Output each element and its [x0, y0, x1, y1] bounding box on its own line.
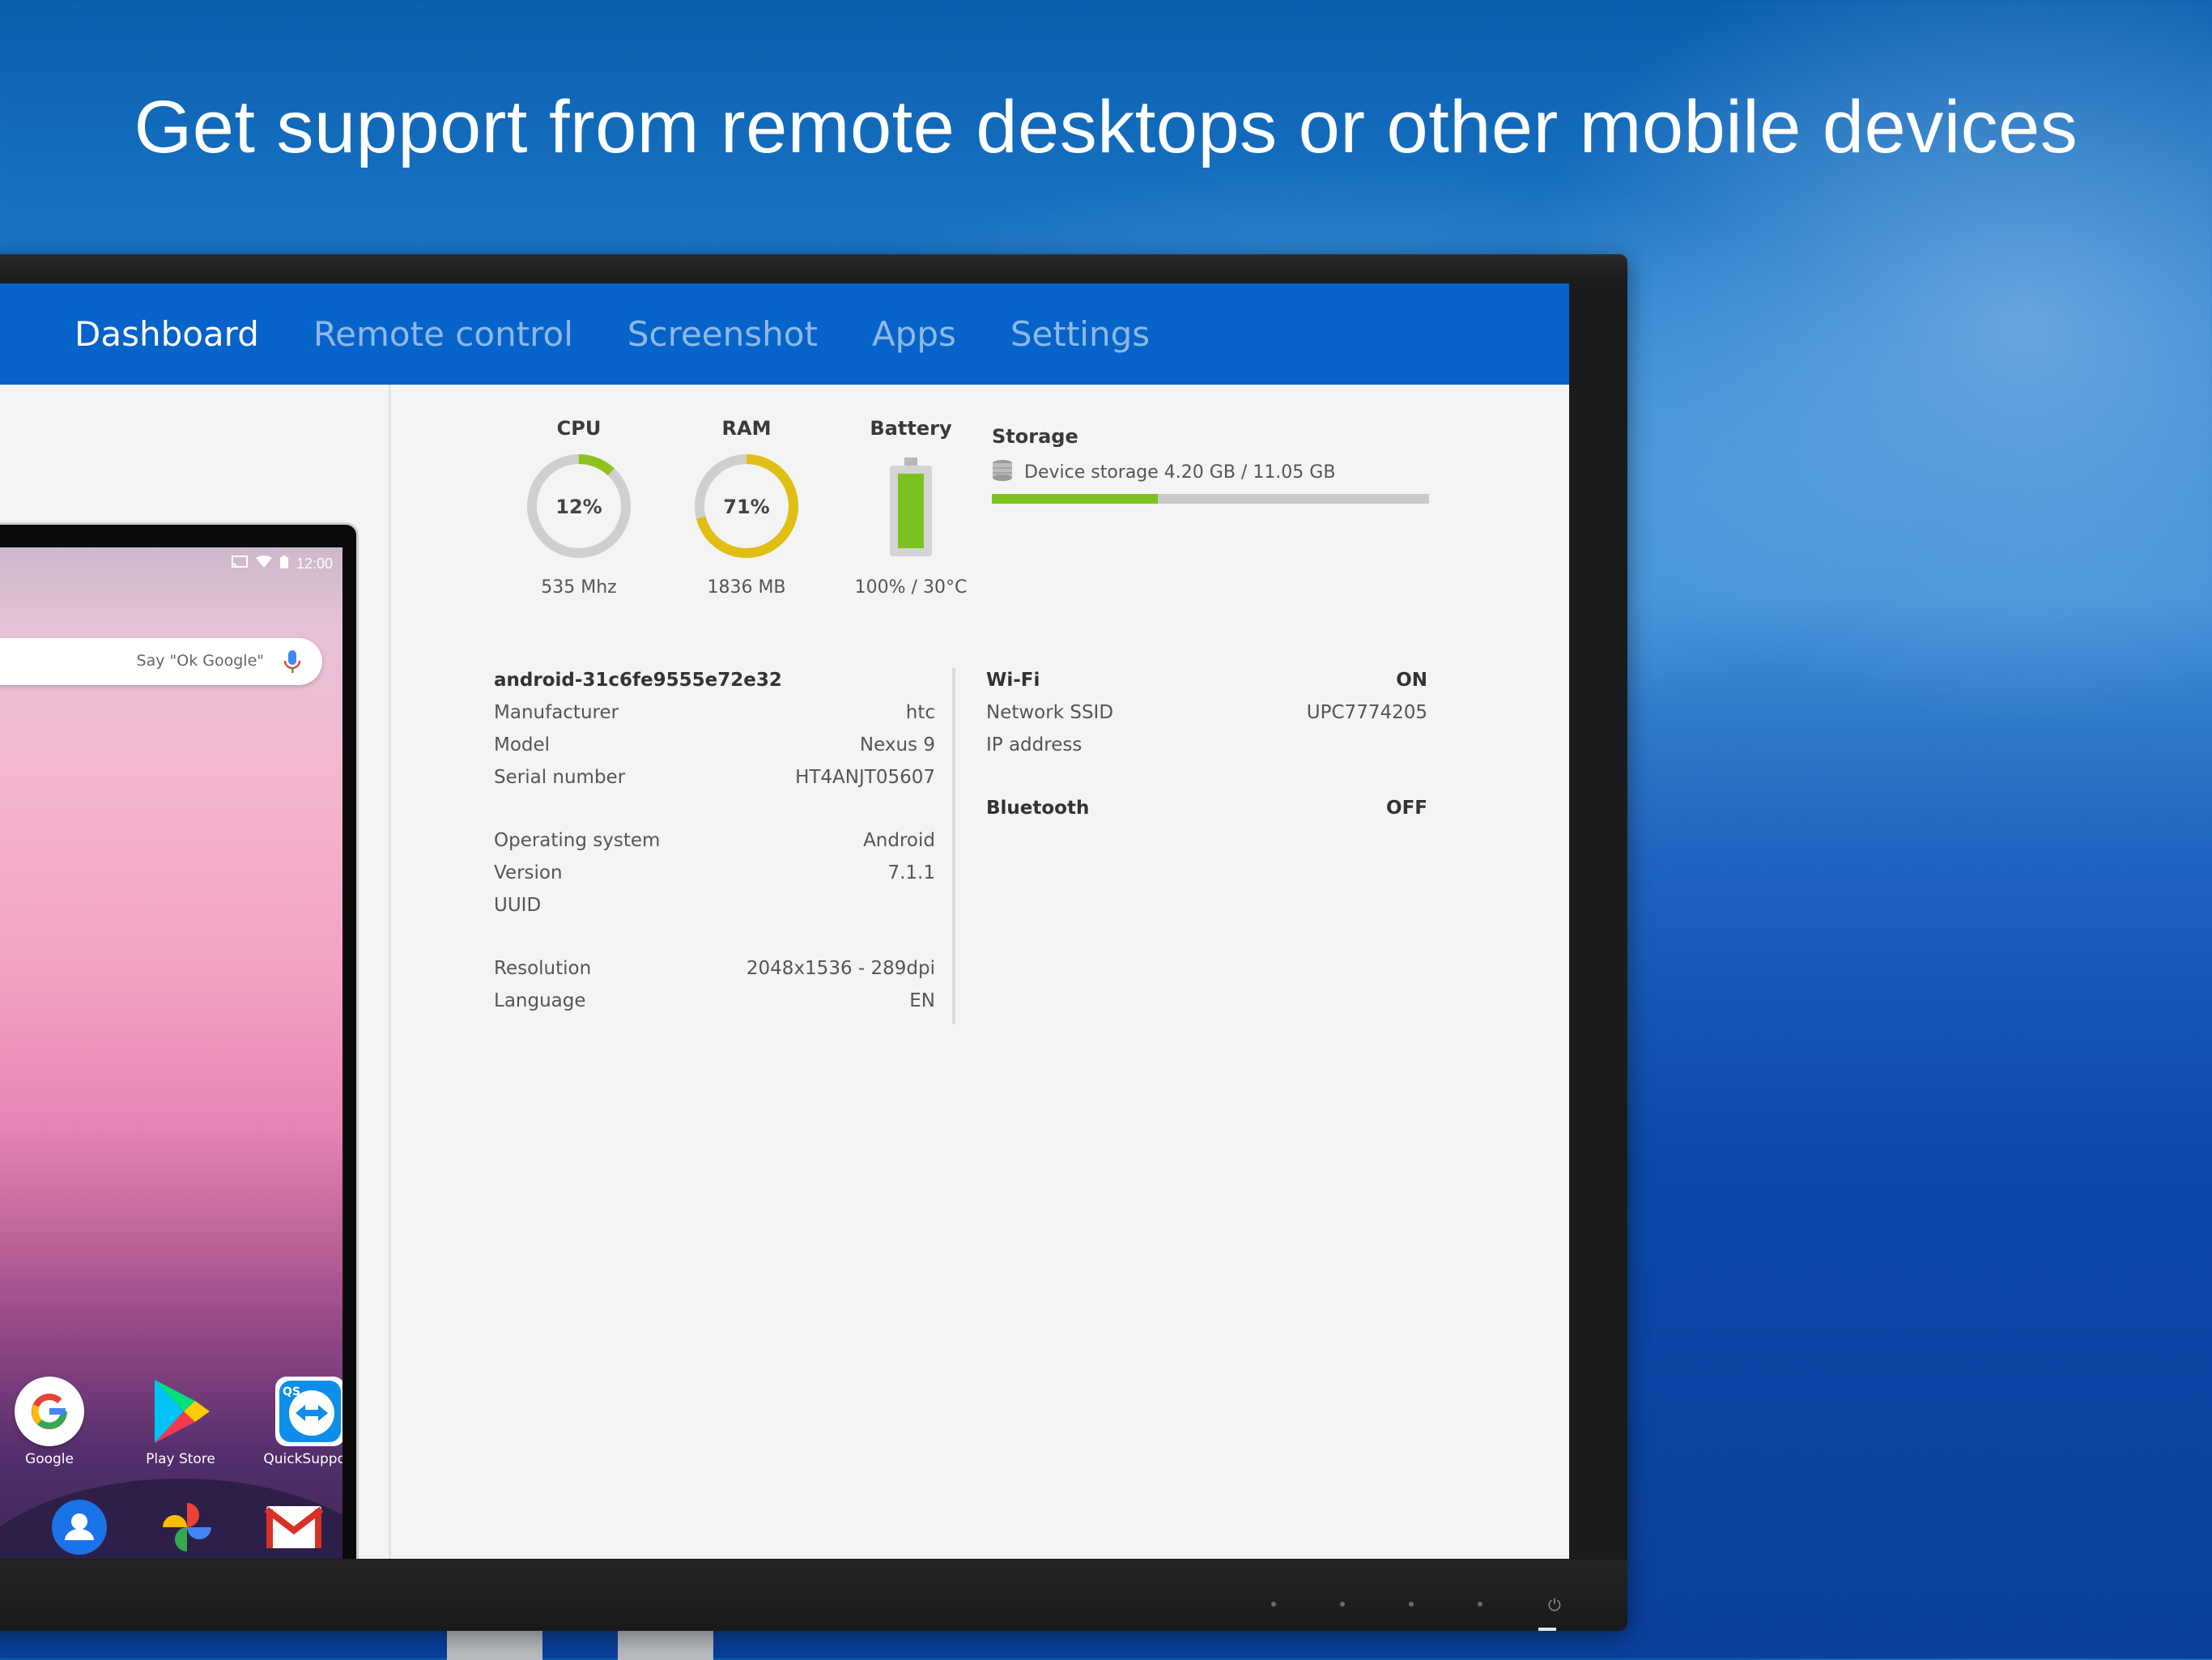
tablet-frame: 12:00 Say "Ok Google" Google Play Store … [0, 522, 359, 1559]
gmail-icon[interactable] [263, 1496, 325, 1558]
storage-text: Device storage 4.20 GB / 11.05 GB [1024, 462, 1336, 483]
ram-gauge: RAM 71% 1836 MB [674, 417, 819, 598]
column-divider [952, 668, 955, 1024]
storage-section: Storage Device storage 4.20 GB / 11.05 G… [992, 425, 1445, 504]
power-led [1538, 1628, 1556, 1631]
cast-icon [231, 555, 248, 572]
wifi-icon [255, 555, 272, 572]
info-key: Serial number [494, 767, 626, 788]
google-search-bar[interactable]: Say "Ok Google" [0, 638, 322, 685]
tab-remote-control[interactable]: Remote control [313, 314, 573, 354]
monitor-bezel [0, 254, 1627, 283]
monitor-screen: Dashboard Remote control Screenshot Apps… [0, 283, 1569, 1559]
ram-value: 71% [723, 496, 769, 518]
battery-status: 100% / 30°C [854, 577, 968, 598]
contacts-icon[interactable] [49, 1496, 110, 1558]
tab-screenshot[interactable]: Screenshot [627, 314, 818, 354]
device-preview-panel: 12:00 Say "Ok Google" Google Play Store … [0, 385, 391, 1559]
monitor-button[interactable] [1478, 1602, 1482, 1607]
cpu-ring: 12% [527, 454, 631, 558]
ram-title: RAM [721, 417, 772, 440]
storage-bar [992, 494, 1429, 504]
play-store-icon [146, 1377, 215, 1446]
photos-icon[interactable] [156, 1496, 218, 1558]
info-key: Resolution [494, 958, 592, 979]
storage-title: Storage [992, 425, 1078, 448]
cpu-frequency: 535 Mhz [541, 577, 617, 598]
top-nav: Dashboard Remote control Screenshot Apps… [0, 283, 1569, 385]
cpu-value: 12% [555, 496, 602, 518]
info-value: UPC7774205 [1306, 702, 1427, 723]
info-value: Android [863, 830, 935, 851]
network-info: Wi-Fi ON Network SSID UPC7774205 IP addres… [986, 670, 1427, 830]
app-play-store[interactable]: Play Store [132, 1377, 229, 1467]
info-value: 2048x1536 - 289dpi [746, 958, 935, 979]
quicksupport-icon: QS [275, 1377, 342, 1446]
tab-dashboard[interactable]: Dashboard [74, 314, 259, 354]
app-label: Play Store [146, 1451, 215, 1467]
info-key: Language [494, 990, 586, 1011]
app-quicksupport[interactable]: QS QuickSupport [262, 1377, 342, 1467]
info-value: htc [905, 702, 935, 723]
monitor-stand-right [618, 1628, 713, 1660]
cpu-title: CPU [556, 417, 602, 440]
tablet-clock: 12:00 [296, 555, 333, 572]
monitor-button[interactable] [1340, 1602, 1345, 1607]
svg-text:QS: QS [283, 1385, 300, 1398]
wifi-status: ON [1396, 670, 1427, 691]
cpu-gauge: CPU 12% 535 Mhz [506, 417, 652, 598]
info-key: Manufacturer [494, 702, 619, 723]
storage-bar-fill [992, 494, 1159, 504]
database-icon [992, 459, 1013, 486]
info-key: Network SSID [986, 702, 1114, 723]
tab-settings[interactable]: Settings [1010, 314, 1150, 354]
battery-icon [279, 555, 288, 572]
monitor-button[interactable] [1409, 1602, 1414, 1607]
info-key: Model [494, 734, 551, 756]
search-hint: Say "Ok Google" [136, 652, 264, 670]
info-key: IP address [986, 734, 1083, 756]
app-label: QuickSupport [263, 1451, 342, 1467]
page-headline: Get support from remote desktops or othe… [134, 86, 2078, 168]
device-name: android-31c6fe9555e72e32 [494, 670, 782, 691]
info-key: Operating system [494, 830, 661, 851]
power-icon[interactable]: ⏻ [1548, 1598, 1563, 1614]
device-info: android-31c6fe9555e72e32 Manufacturer htc… [494, 670, 935, 1023]
info-key: Version [494, 862, 563, 883]
ram-usage: 1836 MB [707, 577, 786, 598]
app-google[interactable]: Google [1, 1377, 98, 1467]
battery-level-icon [890, 458, 932, 556]
app-label: Google [25, 1451, 74, 1467]
tab-apps[interactable]: Apps [872, 314, 956, 354]
monitor-chin: ⏻ [0, 1560, 1627, 1631]
battery-title: Battery [870, 417, 952, 440]
monitor-stand-left [447, 1628, 542, 1660]
info-value: HT4ANJT05607 [795, 767, 935, 788]
info-value: 7.1.1 [887, 862, 935, 883]
info-key: UUID [494, 895, 542, 916]
ram-ring: 71% [695, 454, 798, 558]
bluetooth-status: OFF [1386, 798, 1427, 819]
info-value: EN [909, 990, 935, 1011]
wifi-label: Wi-Fi [986, 670, 1040, 691]
tablet-screen[interactable]: 12:00 Say "Ok Google" Google Play Store … [0, 547, 342, 1559]
monitor-button[interactable] [1271, 1602, 1276, 1607]
google-icon [15, 1377, 84, 1446]
info-value: Nexus 9 [859, 734, 935, 756]
mic-icon[interactable] [280, 648, 304, 675]
monitor: Dashboard Remote control Screenshot Apps… [0, 254, 1627, 1631]
tablet-statusbar: 12:00 [231, 555, 333, 572]
battery-gauge: Battery 100% / 30°C [838, 417, 984, 598]
bluetooth-label: Bluetooth [986, 798, 1090, 819]
